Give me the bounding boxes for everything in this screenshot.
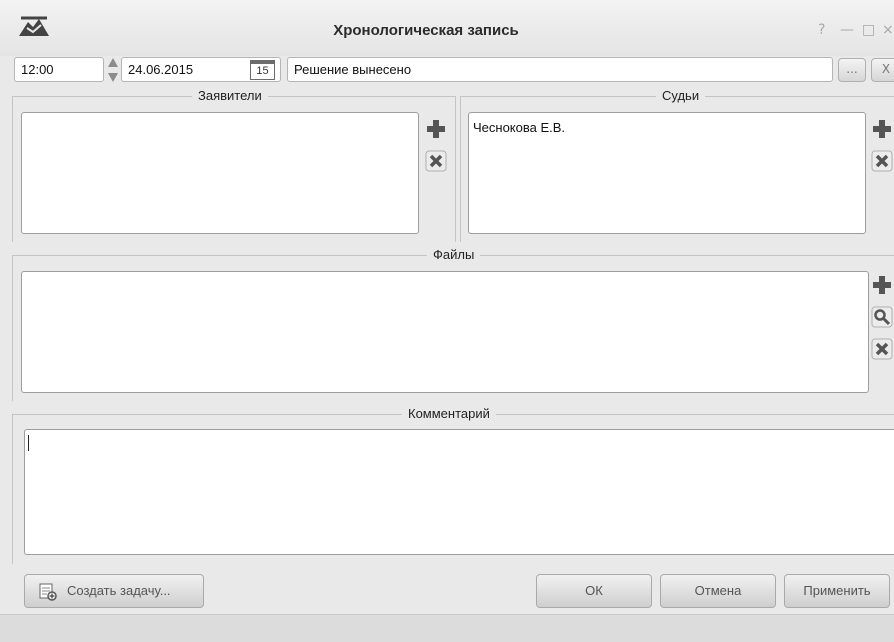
create-task-icon: [39, 583, 57, 601]
create-task-label: Создать задачу...: [67, 583, 171, 598]
judges-list[interactable]: Чеснокова Е.В.: [468, 112, 866, 234]
applicants-list[interactable]: [21, 112, 419, 234]
close-icon[interactable]: ×: [882, 22, 894, 38]
maximize-icon[interactable]: □: [862, 22, 875, 38]
list-item[interactable]: Чеснокова Е.В.: [469, 113, 865, 142]
add-file-icon[interactable]: [871, 274, 893, 296]
help-icon[interactable]: ?: [818, 22, 825, 38]
create-task-button[interactable]: Создать задачу...: [24, 574, 204, 608]
judges-group-border: [460, 96, 461, 242]
window-title: Хронологическая запись: [333, 22, 519, 39]
time-field[interactable]: 12:00: [14, 57, 104, 82]
add-applicant-icon[interactable]: [425, 118, 447, 140]
calendar-icon[interactable]: 15: [250, 60, 275, 80]
text-cursor: [28, 435, 29, 451]
cancel-button[interactable]: Отмена: [660, 574, 776, 608]
remove-applicant-icon[interactable]: [425, 150, 447, 172]
applicants-group-border-right: [455, 96, 456, 242]
comment-group-border: [12, 414, 13, 564]
applicants-group-border: [12, 96, 13, 242]
comment-textarea[interactable]: [24, 429, 894, 555]
view-file-icon[interactable]: [871, 306, 893, 328]
applicants-title: Заявители: [192, 88, 268, 104]
remove-file-icon[interactable]: [871, 338, 893, 360]
calendar-day: 15: [256, 65, 269, 77]
clear-button[interactable]: X: [871, 58, 894, 82]
apply-button[interactable]: Применить: [784, 574, 890, 608]
add-judge-icon[interactable]: [871, 118, 893, 140]
ok-button[interactable]: ОК: [536, 574, 652, 608]
files-title: Файлы: [427, 247, 481, 263]
files-group-border: [12, 255, 13, 401]
browse-button[interactable]: ...: [838, 58, 866, 82]
remove-judge-icon[interactable]: [871, 150, 893, 172]
files-list[interactable]: [21, 271, 869, 393]
status-bar: [0, 614, 894, 642]
judges-title: Судьи: [656, 88, 706, 104]
status-field[interactable]: Решение вынесено: [287, 57, 833, 82]
time-spinner-icon[interactable]: [105, 55, 121, 85]
minimize-icon[interactable]: —: [840, 22, 854, 38]
comment-title: Комментарий: [402, 406, 496, 422]
